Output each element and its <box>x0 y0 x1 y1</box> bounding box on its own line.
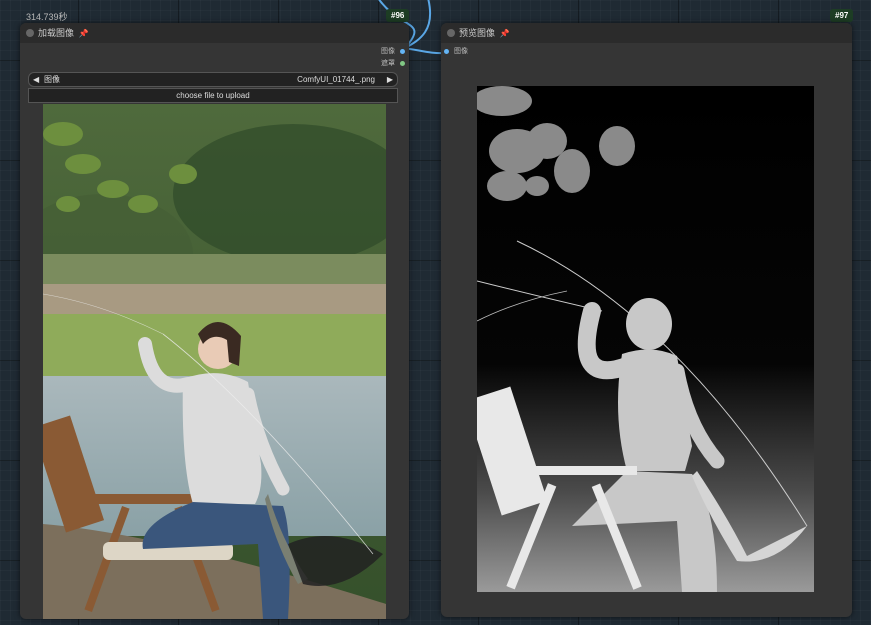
pin-icon: 📌 <box>499 29 510 38</box>
node-title-bar[interactable]: 预览图像 📌 <box>441 23 852 43</box>
slot-dot-icon[interactable] <box>400 60 405 66</box>
image-combo-widget[interactable]: ◀ 图像 ComfyUI_01744_.png ▶ <box>28 72 398 87</box>
slot-dot-icon[interactable] <box>400 48 405 54</box>
output-slot-image[interactable]: 图像 <box>381 47 405 57</box>
output-slot-label: 遮罩 <box>381 60 396 67</box>
preview-image <box>477 86 814 592</box>
slot-dot-icon[interactable] <box>444 48 449 54</box>
node-id-badge-96: #96 <box>386 9 410 22</box>
arrow-right-icon[interactable]: ▶ <box>387 73 393 86</box>
execution-time: 314.739秒 <box>26 12 68 22</box>
node-title: 加载图像 <box>38 28 75 38</box>
widget-label: 图像 <box>44 75 60 84</box>
input-slot-label: 图像 <box>453 48 468 55</box>
node-id-badge-97: #97 <box>830 9 854 22</box>
node-title-bar[interactable]: 加载图像 📌 <box>20 23 409 43</box>
upload-button[interactable]: choose file to upload <box>28 88 398 103</box>
node-title: 预览图像 <box>459 28 496 38</box>
load-image-node[interactable]: 加载图像 📌 图像 遮罩 ◀ 图像 ComfyUI_01744_.png ▶ c… <box>20 23 409 619</box>
input-slot-image[interactable]: 图像 <box>444 47 468 57</box>
pin-icon: 📌 <box>78 29 89 38</box>
collapse-dot-icon[interactable] <box>26 29 34 37</box>
widget-value: ComfyUI_01744_.png <box>297 75 375 84</box>
loaded-image <box>43 104 386 619</box>
output-slot-mask[interactable]: 遮罩 <box>381 59 405 69</box>
preview-image-node[interactable]: 预览图像 📌 图像 <box>441 23 852 617</box>
collapse-dot-icon[interactable] <box>447 29 455 37</box>
output-slot-label: 图像 <box>381 48 396 55</box>
arrow-left-icon[interactable]: ◀ <box>33 73 39 86</box>
